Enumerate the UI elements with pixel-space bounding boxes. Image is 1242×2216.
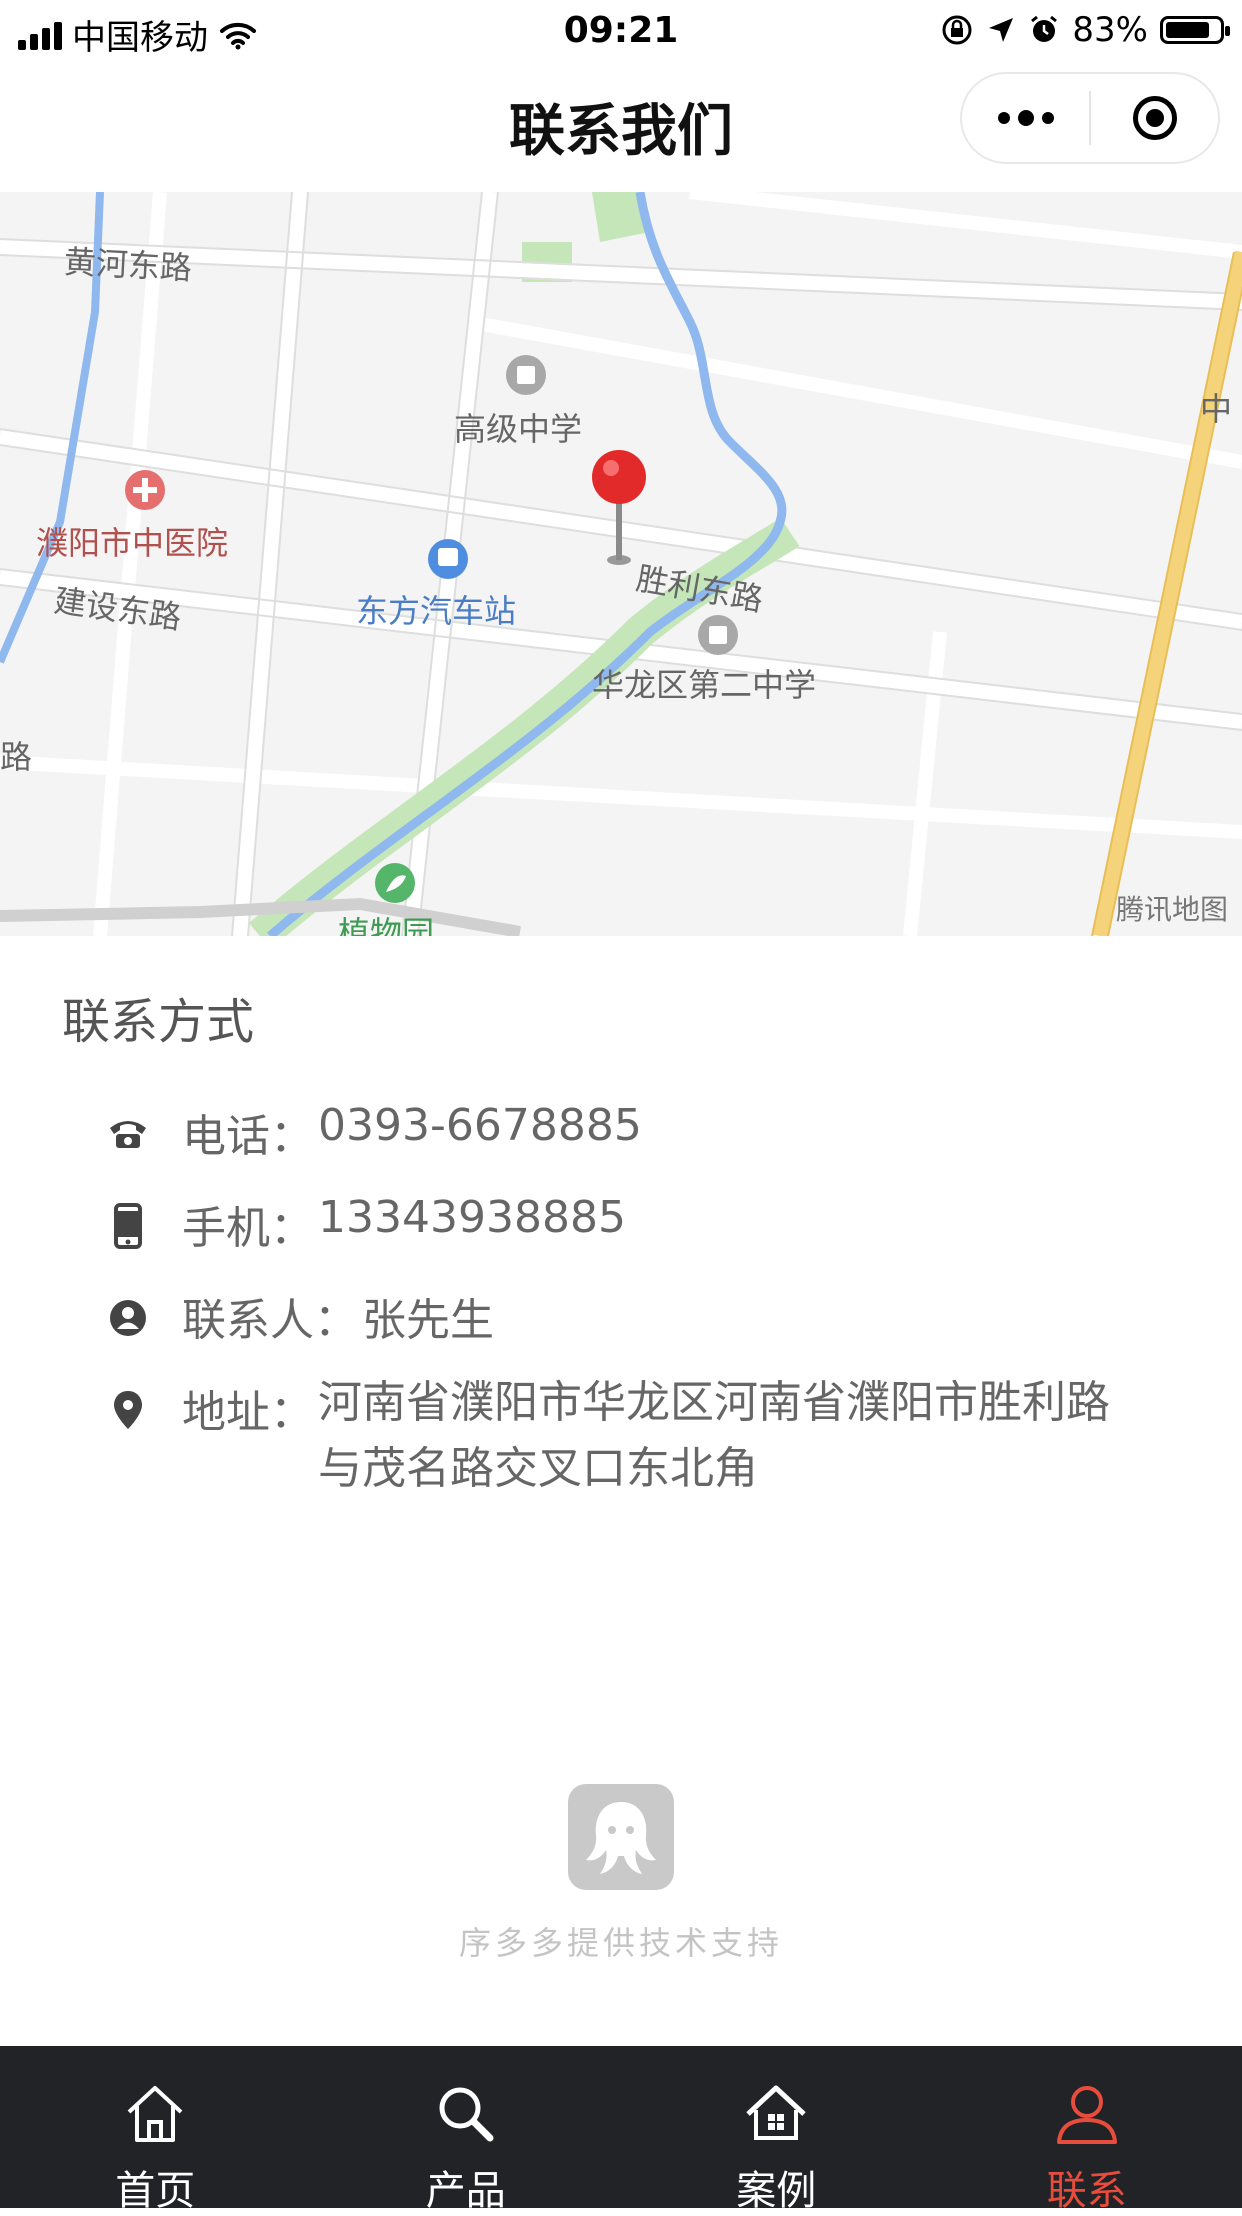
map-view[interactable]: 黄河东路 高级中学 濮阳市中医院 建设东路 东方汽车站 胜利东路 华龙区第二中学…: [0, 192, 1242, 936]
tab-products[interactable]: 产品: [311, 2046, 622, 2208]
mobile-icon: [104, 1202, 152, 1250]
close-button[interactable]: [1091, 74, 1218, 162]
support-text: 序多多提供技术支持: [0, 1918, 1242, 1964]
battery-icon: [1160, 16, 1224, 44]
section-title: 联系方式: [62, 982, 254, 1052]
map-label: 植物园: [338, 908, 434, 936]
contact-list: 电话： 0393-6678885 手机： 13343938885 联系人： 张先…: [0, 1100, 1242, 1536]
location-arrow-icon: [986, 15, 1016, 45]
contact-person-row: 联系人： 张先生: [0, 1284, 1242, 1376]
map-label: 中: [1200, 384, 1232, 430]
tab-label: 首页: [0, 2158, 311, 2216]
battery-percent: 83%: [1072, 10, 1148, 50]
status-bar: 中国移动 09:21 83%: [0, 0, 1242, 66]
address-value: 河南省濮阳市华龙区河南省濮阳市胜利路与茂名路交叉口东北角: [318, 1370, 1138, 1502]
rotation-lock-icon: [940, 13, 974, 47]
map-label: 黄河东路: [63, 237, 193, 290]
map-label: 东方汽车站: [356, 586, 516, 632]
alarm-icon: [1028, 14, 1060, 46]
map-label: 华龙区第二中学: [592, 660, 816, 706]
location-icon: [104, 1386, 152, 1434]
mini-program-capsule: [960, 72, 1220, 164]
map-label: 路: [0, 732, 32, 778]
home-icon: [119, 2078, 191, 2150]
more-dots-icon: [998, 110, 1054, 126]
tab-label: 案例: [621, 2158, 932, 2216]
close-target-icon: [1133, 96, 1177, 140]
contact-phone-row[interactable]: 电话： 0393-6678885: [0, 1100, 1242, 1192]
contact-address-row[interactable]: 地址： 河南省濮阳市华龙区河南省濮阳市胜利路与茂名路交叉口东北角: [0, 1376, 1242, 1536]
search-icon: [430, 2078, 502, 2150]
tab-cases[interactable]: 案例: [621, 2046, 932, 2208]
phone-label: 电话：: [182, 1100, 314, 1164]
person-value: 张先生: [362, 1284, 494, 1348]
mobile-label: 手机：: [182, 1192, 314, 1256]
nav-bar: 联系我们: [0, 66, 1242, 192]
mobile-value[interactable]: 13343938885: [318, 1192, 626, 1243]
user-icon: [1051, 2078, 1123, 2150]
more-button[interactable]: [962, 74, 1089, 162]
contact-mobile-row[interactable]: 手机： 13343938885: [0, 1192, 1242, 1284]
tab-home[interactable]: 首页: [0, 2046, 311, 2208]
tech-support: 序多多提供技术支持: [0, 1784, 1242, 1964]
map-label: 濮阳市中医院: [36, 518, 228, 564]
map-graphics: [0, 192, 1242, 936]
person-icon: [104, 1294, 152, 1342]
tab-bar: 首页 产品 案例 联系: [0, 2046, 1242, 2208]
status-right: 83%: [940, 10, 1224, 50]
tab-label: 联系: [932, 2158, 1242, 2216]
map-credit: 腾讯地图: [1116, 888, 1228, 928]
octopus-logo-icon: [568, 1784, 674, 1890]
tab-contact[interactable]: 联系: [932, 2046, 1242, 2208]
phone-value[interactable]: 0393-6678885: [318, 1100, 642, 1151]
map-label: 高级中学: [454, 404, 582, 450]
phone-icon: [104, 1110, 152, 1158]
tab-label: 产品: [311, 2158, 622, 2216]
address-label: 地址：: [182, 1376, 314, 1440]
store-icon: [740, 2078, 812, 2150]
person-label: 联系人：: [182, 1284, 358, 1348]
